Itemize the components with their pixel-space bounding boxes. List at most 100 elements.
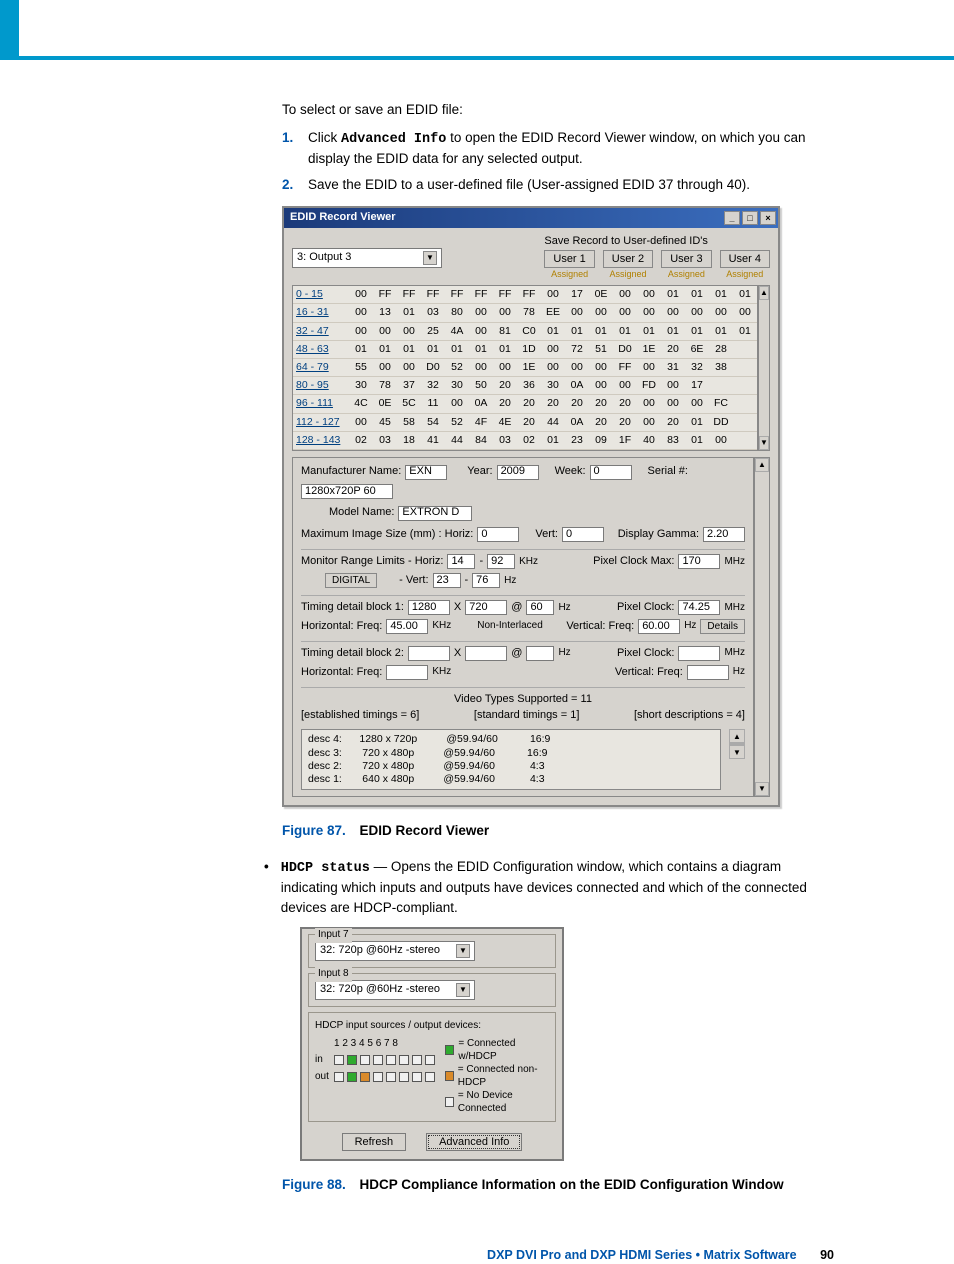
hex-cell: 00 [733, 304, 757, 321]
serial-field[interactable]: 1280x720P 60 [301, 484, 393, 499]
close-button[interactable]: × [760, 211, 776, 225]
model-name-label: Model Name: [329, 505, 394, 521]
minimize-button[interactable]: _ [724, 211, 740, 225]
desc-list: desc 4: 1280 x 720p @59.94/60 16:9 desc … [301, 729, 721, 790]
range-h-min[interactable]: 14 [447, 554, 475, 569]
hex-cell: 00 [349, 304, 373, 321]
hex-cell: 4F [469, 414, 493, 431]
hex-cell: 20 [661, 341, 685, 358]
user-1-button[interactable]: User 1 [544, 250, 594, 268]
desc-scroll-up-icon[interactable]: ▲ [729, 729, 745, 743]
hex-cell: 00 [613, 377, 637, 394]
hex-cell: 00 [565, 304, 589, 321]
hex-cell: FF [445, 286, 469, 303]
hex-cell: 28 [709, 341, 733, 358]
figure-87-title: EDID Record Viewer [360, 823, 490, 838]
hex-cell: 80 [445, 304, 469, 321]
dropdown-arrow-icon: ▼ [456, 944, 470, 958]
hex-cell: 30 [349, 377, 373, 394]
save-record-label: Save Record to User-defined ID's [544, 234, 708, 250]
desc-scroll-down-icon[interactable]: ▼ [729, 745, 745, 759]
range-h-max[interactable]: 92 [487, 554, 515, 569]
hex-cell: 01 [397, 341, 421, 358]
input-8-select[interactable]: 32: 720p @60Hz -stereo ▼ [315, 980, 475, 1000]
hdcp-legend: = Connected w/HDCP = Connected non-HDCP … [445, 1037, 549, 1115]
tb1-vfreq[interactable]: 60.00 [638, 619, 680, 634]
user-2-button[interactable]: User 2 [603, 250, 653, 268]
hex-cell: 00 [541, 359, 565, 376]
gamma-label: Display Gamma: [618, 527, 699, 543]
hex-scrollbar[interactable]: ▲ ▼ [758, 285, 770, 451]
hex-cell: EE [541, 304, 565, 321]
refresh-button[interactable]: Refresh [342, 1133, 407, 1151]
tb2-width[interactable] [408, 646, 450, 661]
year-field[interactable]: 2009 [497, 465, 539, 480]
user-3-button[interactable]: User 3 [661, 250, 711, 268]
hex-cell: 0E [589, 286, 613, 303]
hex-cell: 00 [541, 286, 565, 303]
hex-cell: 00 [373, 323, 397, 340]
hex-cell: 20 [517, 395, 541, 412]
tb2-rate[interactable] [526, 646, 554, 661]
hex-cell [733, 341, 757, 358]
model-name-field[interactable]: EXTRON D [398, 506, 472, 521]
gamma-field[interactable]: 2.20 [703, 527, 745, 542]
week-field[interactable]: 0 [590, 465, 632, 480]
range-v-max[interactable]: 76 [472, 573, 500, 588]
hex-cell: 00 [565, 359, 589, 376]
hex-cell: 00 [349, 286, 373, 303]
hex-cell: 32 [685, 359, 709, 376]
hex-cell: 01 [661, 323, 685, 340]
tb1-hfreq[interactable]: 45.00 [386, 619, 428, 634]
hex-cell: 01 [685, 432, 709, 449]
digital-button[interactable]: DIGITAL [325, 573, 377, 588]
hex-cell: FD [637, 377, 661, 394]
hex-cell: 4A [445, 323, 469, 340]
hex-cell [733, 395, 757, 412]
hex-cell: 00 [589, 304, 613, 321]
tb1-width[interactable]: 1280 [408, 600, 450, 615]
hex-cell: 01 [709, 323, 733, 340]
maximize-button[interactable]: □ [742, 211, 758, 225]
scroll-down-icon[interactable]: ▼ [759, 436, 769, 450]
hex-cell: 20 [589, 414, 613, 431]
hex-cell: 83 [661, 432, 685, 449]
mfr-name-field[interactable]: EXN [405, 465, 447, 480]
hex-cell: 52 [445, 414, 469, 431]
user-4-button[interactable]: User 4 [720, 250, 770, 268]
hex-cell: 02 [517, 432, 541, 449]
form-scrollbar[interactable]: ▲▼ [754, 457, 770, 797]
tb1-height[interactable]: 720 [465, 600, 507, 615]
pclk-max-field[interactable]: 170 [678, 554, 720, 569]
hex-cell: 01 [541, 432, 565, 449]
hex-cell: 0A [565, 377, 589, 394]
tb2-vfreq[interactable] [687, 665, 729, 680]
hex-cell: 00 [469, 304, 493, 321]
tb2-pclk[interactable] [678, 646, 720, 661]
dropdown-arrow-icon: ▼ [423, 251, 437, 265]
hex-cell: 00 [397, 323, 421, 340]
hex-cell: 01 [469, 341, 493, 358]
hex-cell: 01 [589, 323, 613, 340]
scroll-up-icon[interactable]: ▲ [759, 286, 769, 300]
input-7-group: Input 7 32: 720p @60Hz -stereo ▼ [308, 934, 556, 968]
max-v-field[interactable]: 0 [562, 527, 604, 542]
input-7-select[interactable]: 32: 720p @60Hz -stereo ▼ [315, 941, 475, 961]
hex-dump-table: 0 - 1500FFFFFFFFFFFFFF00170E000001010101… [292, 285, 758, 451]
max-h-field[interactable]: 0 [477, 527, 519, 542]
advanced-info-button[interactable]: Advanced Info [426, 1133, 522, 1151]
tb2-hfreq[interactable] [386, 665, 428, 680]
tb1-rate[interactable]: 60 [526, 600, 554, 615]
tb2-height[interactable] [465, 646, 507, 661]
hex-cell: 01 [349, 341, 373, 358]
range-v-min[interactable]: 23 [433, 573, 461, 588]
hex-range: 128 - 143 [293, 432, 349, 449]
tb1-pclk[interactable]: 74.25 [678, 600, 720, 615]
hex-cell: 00 [469, 359, 493, 376]
details-button[interactable]: Details [700, 619, 745, 634]
hex-cell: 00 [661, 304, 685, 321]
output-select[interactable]: 3: Output 3 ▼ [292, 248, 442, 268]
step-1: 1. Click Advanced Info to open the EDID … [282, 128, 834, 169]
out-leds: out [315, 1070, 435, 1085]
hex-cell: FF [469, 286, 493, 303]
